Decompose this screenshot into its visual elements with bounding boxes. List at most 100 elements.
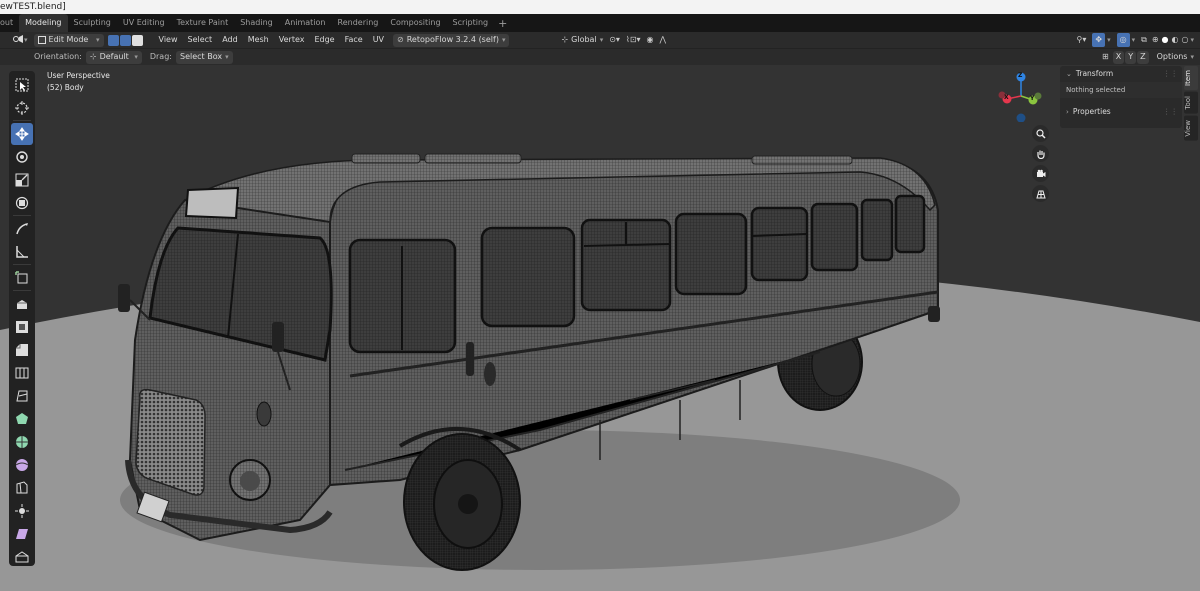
scale-icon[interactable] — [11, 169, 33, 191]
mode-dropdown[interactable]: Edit Mode ▾ — [33, 33, 104, 47]
select-box-icon[interactable] — [11, 74, 33, 96]
add-workspace-button[interactable]: + — [494, 17, 511, 30]
chevron-down-icon[interactable]: ▾ — [1107, 36, 1111, 44]
toolbar-divider — [13, 120, 31, 122]
material-shading-icon[interactable]: ◐ — [1172, 33, 1179, 47]
retopoflow-label: RetopoFlow 3.2.4 (self) — [406, 35, 499, 44]
face-select-icon[interactable] — [131, 34, 143, 46]
tab-shading[interactable]: Shading — [234, 14, 279, 32]
falloff-icon[interactable]: ⋀ — [660, 33, 667, 47]
tab-uv-editing[interactable]: UV Editing — [117, 14, 171, 32]
tab-sculpting[interactable]: Sculpting — [68, 14, 117, 32]
tab-animation[interactable]: Animation — [279, 14, 332, 32]
gizmo-toggle-icon[interactable]: ✥ — [1092, 33, 1106, 47]
zoom-icon[interactable] — [1032, 125, 1049, 142]
chevron-down-icon[interactable]: ▾ — [1190, 36, 1194, 44]
select-mode-group — [107, 34, 144, 46]
xray-toggle-icon[interactable]: ⧉ — [1141, 33, 1147, 47]
retopoflow-dropdown[interactable]: ⊘ RetopoFlow 3.2.4 (self) ▾ — [393, 33, 510, 47]
3d-viewport[interactable] — [0, 65, 1200, 591]
navigation-gizmo[interactable]: Z Y X — [995, 70, 1047, 123]
chevron-down-icon[interactable]: ▾ — [1132, 36, 1136, 44]
chevron-down-icon: ▾ — [1190, 53, 1194, 61]
edge-select-icon[interactable] — [119, 34, 131, 46]
add-cube-icon[interactable] — [11, 267, 33, 289]
mirror-y-toggle[interactable]: Y — [1125, 50, 1137, 64]
orientation-icon: ⊹ — [561, 35, 569, 44]
annotate-icon[interactable] — [11, 218, 33, 240]
overlay-toggle-icon[interactable]: ◎ — [1116, 33, 1130, 47]
pan-hand-icon[interactable] — [1032, 145, 1049, 162]
ortho-grid-icon[interactable] — [1032, 185, 1049, 202]
wireframe-shading-icon[interactable]: ⊕ — [1152, 33, 1159, 47]
mirror-z-toggle[interactable]: Z — [1137, 50, 1149, 64]
options-dropdown[interactable]: Options ▾ — [1157, 50, 1194, 64]
smooth-icon[interactable] — [11, 454, 33, 476]
extrude-icon[interactable] — [11, 293, 33, 315]
solid-shading-icon[interactable]: ● — [1162, 33, 1169, 47]
tab-modeling[interactable]: Modeling — [19, 14, 68, 32]
rotate-icon[interactable] — [11, 146, 33, 168]
properties-section-header[interactable]: › Properties ⋮⋮ — [1060, 104, 1182, 120]
menu-face[interactable]: Face — [340, 33, 368, 47]
inset-icon[interactable] — [11, 316, 33, 338]
tab-scripting[interactable]: Scripting — [447, 14, 495, 32]
orientation-dropdown[interactable]: ⊹ Global ▾ — [561, 33, 603, 47]
left-toolbar — [9, 71, 35, 566]
orientation-select-icon: ⊹ — [89, 52, 97, 61]
visibility-icon[interactable]: ⚲▾ — [1077, 33, 1087, 47]
cursor-icon[interactable] — [11, 97, 33, 119]
tool-settings-bar: Orientation: ⊹ Default ▾ Drag: Select Bo… — [0, 48, 1200, 65]
chevron-down-icon: ▾ — [225, 53, 229, 61]
menu-vertex[interactable]: Vertex — [274, 33, 310, 47]
bevel-icon[interactable] — [11, 339, 33, 361]
rendered-shading-icon[interactable]: ○ — [1182, 33, 1189, 47]
transform-icon[interactable] — [11, 192, 33, 214]
loop-cut-icon[interactable] — [11, 362, 33, 384]
poly-build-icon[interactable] — [11, 408, 33, 430]
move-icon[interactable] — [11, 123, 33, 145]
snap-icon[interactable]: ⌇⊡▾ — [626, 33, 641, 47]
shrink-fatten-icon[interactable] — [11, 500, 33, 522]
nothing-selected-text: Nothing selected — [1060, 82, 1182, 98]
menu-mesh[interactable]: Mesh — [243, 33, 274, 47]
active-object-label: (52) Body — [47, 83, 84, 92]
camera-view-icon[interactable] — [1032, 165, 1049, 182]
measure-icon[interactable] — [11, 241, 33, 263]
tab-view[interactable]: View — [1184, 115, 1198, 141]
drag-handle-icon[interactable]: ⋮⋮ — [1163, 66, 1178, 82]
menu-select[interactable]: Select — [183, 33, 218, 47]
gizmo-y-label: Y — [1030, 95, 1035, 102]
axis-lock-icon[interactable]: ⊞ — [1102, 50, 1109, 64]
edge-slide-icon[interactable] — [11, 477, 33, 499]
tab-texture-paint[interactable]: Texture Paint — [171, 14, 235, 32]
tab-item[interactable]: Item — [1184, 66, 1198, 90]
knife-icon[interactable] — [11, 385, 33, 407]
menu-uv[interactable]: UV — [368, 33, 389, 47]
menu-add[interactable]: Add — [217, 33, 243, 47]
orientation-value: Global — [571, 35, 597, 44]
proportional-edit-icon[interactable]: ◉ — [647, 33, 654, 47]
orientation-label: Orientation: — [34, 52, 82, 61]
tab-rendering[interactable]: Rendering — [332, 14, 385, 32]
mirror-x-toggle[interactable]: X — [1112, 50, 1125, 64]
pivot-icon[interactable]: ⊙▾ — [609, 33, 620, 47]
drag-handle-icon[interactable]: ⋮⋮ — [1163, 104, 1178, 120]
tab-compositing[interactable]: Compositing — [384, 14, 446, 32]
rip-icon[interactable] — [11, 546, 33, 568]
vertex-select-icon[interactable] — [107, 34, 119, 46]
chevron-down-icon: ▾ — [599, 36, 604, 44]
menu-edge[interactable]: Edge — [309, 33, 339, 47]
toolbar-divider — [13, 290, 31, 292]
tab-layout[interactable]: out — [0, 14, 19, 32]
perspective-label: User Perspective — [47, 71, 110, 80]
drag-select[interactable]: Select Box ▾ — [175, 50, 233, 64]
spin-icon[interactable] — [11, 431, 33, 453]
tab-tool[interactable]: Tool — [1184, 91, 1198, 114]
shear-icon[interactable] — [11, 523, 33, 545]
editor-type-icon[interactable] — [12, 34, 24, 46]
menu-view[interactable]: View — [154, 33, 183, 47]
chevron-down-icon: ▾ — [134, 53, 138, 61]
orientation-select[interactable]: ⊹ Default ▾ — [85, 50, 142, 64]
transform-section-header[interactable]: ⌄ Transform ⋮⋮ — [1060, 66, 1182, 82]
